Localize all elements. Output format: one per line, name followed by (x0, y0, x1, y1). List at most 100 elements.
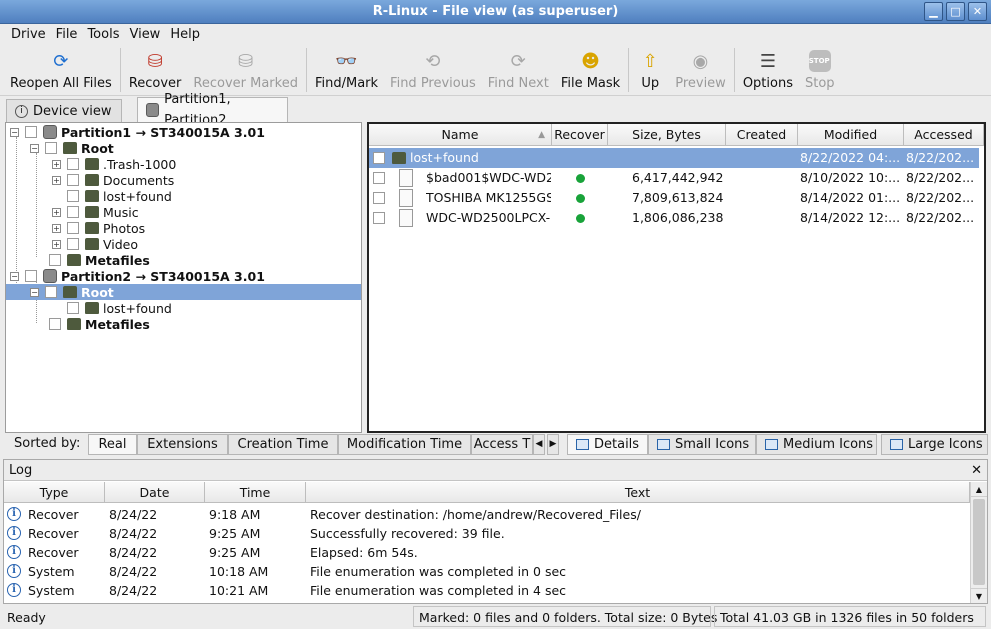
tree-checkbox[interactable] (67, 222, 79, 234)
sort-tab-access-time[interactable]: Access T (471, 434, 533, 455)
file-row[interactable]: lost+found 8/22/2022 04:... 8/22/202... (369, 148, 979, 168)
close-log-icon[interactable]: ✕ (971, 460, 982, 481)
preview-button[interactable]: ◉ Preview (669, 44, 732, 94)
collapse-icon[interactable]: − (30, 143, 39, 153)
tree-checkbox[interactable] (49, 318, 61, 330)
expand-icon[interactable]: + (52, 239, 61, 249)
sort-tab-creation-time[interactable]: Creation Time (228, 434, 338, 455)
row-checkbox[interactable] (373, 152, 385, 164)
medium-icons-view-icon (765, 439, 778, 450)
view-medium-icons-button[interactable]: Medium Icons (756, 434, 877, 455)
close-icon[interactable]: ✕ (968, 2, 987, 21)
menu-file[interactable]: File (51, 27, 83, 42)
tree-checkbox[interactable] (67, 206, 79, 218)
scroll-up-icon[interactable]: ▲ (971, 482, 987, 497)
tree-checkbox[interactable] (67, 174, 79, 186)
tree-node-music[interactable]: + Music (52, 204, 139, 220)
column-header-accessed[interactable]: Accessed (904, 124, 984, 146)
tree-node-root[interactable]: − Root (30, 140, 114, 156)
tree-checkbox[interactable] (25, 126, 37, 138)
tree-checkbox[interactable] (45, 142, 57, 154)
up-button[interactable]: ⇧ Up (631, 44, 669, 94)
file-row[interactable]: $bad001$WDC-WD25 6,417,442,942 8/10/2022… (369, 168, 984, 188)
tree-node-lost-found[interactable]: lost+found (67, 188, 172, 204)
row-checkbox[interactable] (373, 172, 385, 184)
tree-checkbox[interactable] (67, 158, 79, 170)
row-checkbox[interactable] (373, 212, 385, 224)
tree-checkbox[interactable] (67, 302, 79, 314)
view-details-button[interactable]: Details (567, 434, 648, 455)
menu-tools[interactable]: Tools (82, 27, 124, 42)
options-button[interactable]: ☰ Options (737, 44, 799, 94)
tree-checkbox[interactable] (45, 286, 57, 298)
log-column-time[interactable]: Time (205, 482, 306, 503)
scroll-thumb[interactable] (973, 499, 985, 585)
file-row[interactable]: WDC-WD2500LPCX-2 1,806,086,238 8/14/2022… (369, 208, 984, 228)
collapse-icon[interactable]: − (10, 271, 19, 281)
sort-tab-modification-time[interactable]: Modification Time (338, 434, 471, 455)
expand-icon[interactable]: + (52, 175, 61, 185)
scroll-right-icon[interactable]: ▶ (547, 434, 559, 455)
log-scrollbar[interactable]: ▲ ▼ (970, 482, 987, 603)
recover-button[interactable]: ⛁ Recover (123, 44, 188, 94)
column-header-modified[interactable]: Modified (798, 124, 904, 146)
tree-node-trash[interactable]: + .Trash-1000 (52, 156, 176, 172)
log-column-type[interactable]: Type (4, 482, 105, 503)
tab-device-view[interactable]: i Device view (6, 99, 122, 122)
tree-node-photos[interactable]: + Photos (52, 220, 145, 236)
maximize-icon[interactable]: □ (946, 2, 965, 21)
tab-partitions[interactable]: Partition1, Partition2 (137, 92, 288, 128)
tree-node-partition2[interactable]: − Partition2 → ST340015A 3.01 (10, 268, 265, 284)
column-header-created[interactable]: Created (726, 124, 798, 146)
scroll-left-icon[interactable]: ◀ (533, 434, 545, 455)
log-row[interactable]: i Recover 8/24/22 9:18 AM Recover destin… (4, 505, 970, 524)
reopen-all-files-button[interactable]: ⟳ Reopen All Files (4, 44, 118, 94)
scroll-down-icon[interactable]: ▼ (971, 588, 987, 603)
sort-arrow-icon: ▲ (538, 130, 545, 140)
tree-checkbox[interactable] (49, 254, 61, 266)
find-next-button[interactable]: ⟳ Find Next (482, 44, 555, 94)
log-row[interactable]: i System 8/24/22 10:18 AM File enumerati… (4, 562, 970, 581)
tree-checkbox[interactable] (67, 238, 79, 250)
expand-icon[interactable]: + (52, 159, 61, 169)
folder-icon (85, 158, 99, 170)
log-row[interactable]: i System 8/24/22 10:21 AM File enumerati… (4, 581, 970, 600)
log-column-date[interactable]: Date (105, 482, 205, 503)
sort-tab-extensions[interactable]: Extensions (137, 434, 228, 455)
tree-node-video[interactable]: + Video (52, 236, 138, 252)
tree-node-partition1[interactable]: − Partition1 → ST340015A 3.01 (10, 124, 265, 140)
tree-checkbox[interactable] (25, 270, 37, 282)
expand-icon[interactable]: + (52, 207, 61, 217)
tree-node-lost-found[interactable]: lost+found (67, 300, 172, 316)
tree-node-metafiles[interactable]: Metafiles (49, 316, 150, 332)
row-checkbox[interactable] (373, 192, 385, 204)
stop-button[interactable]: STOP Stop (799, 44, 841, 94)
menu-drive[interactable]: Drive (6, 27, 51, 42)
log-column-text[interactable]: Text (306, 482, 970, 503)
column-header-name[interactable]: Name ▲ (369, 124, 552, 146)
collapse-icon[interactable]: − (10, 127, 19, 137)
collapse-icon[interactable]: − (30, 287, 39, 297)
tree-checkbox[interactable] (67, 190, 79, 202)
view-large-icons-button[interactable]: Large Icons (881, 434, 988, 455)
column-header-size[interactable]: Size, Bytes (608, 124, 726, 146)
file-list: Name ▲ Recover Size, Bytes Created Modifi… (367, 122, 986, 433)
minimize-icon[interactable]: ▁ (924, 2, 943, 21)
view-small-icons-button[interactable]: Small Icons (648, 434, 756, 455)
find-mark-button[interactable]: 👓 Find/Mark (309, 44, 384, 94)
file-row[interactable]: TOSHIBA MK1255GS) 7,809,613,824 8/14/202… (369, 188, 984, 208)
file-mask-button[interactable]: ☻ File Mask (555, 44, 626, 94)
tree-node-root[interactable]: − Root (6, 284, 361, 300)
log-row[interactable]: i Recover 8/24/22 9:25 AM Elapsed: 6m 54… (4, 543, 970, 562)
large-icons-view-icon (890, 439, 903, 450)
menu-view[interactable]: View (124, 27, 165, 42)
recover-marked-button[interactable]: ⛁ Recover Marked (187, 44, 304, 94)
tree-node-metafiles[interactable]: Metafiles (49, 252, 150, 268)
find-previous-button[interactable]: ⟲ Find Previous (384, 44, 482, 94)
log-row[interactable]: i Recover 8/24/22 9:25 AM Successfully r… (4, 524, 970, 543)
menu-help[interactable]: Help (165, 27, 205, 42)
sort-tab-real[interactable]: Real (88, 434, 137, 455)
tree-node-documents[interactable]: + Documents (52, 172, 174, 188)
column-header-recover[interactable]: Recover (552, 124, 608, 146)
expand-icon[interactable]: + (52, 223, 61, 233)
